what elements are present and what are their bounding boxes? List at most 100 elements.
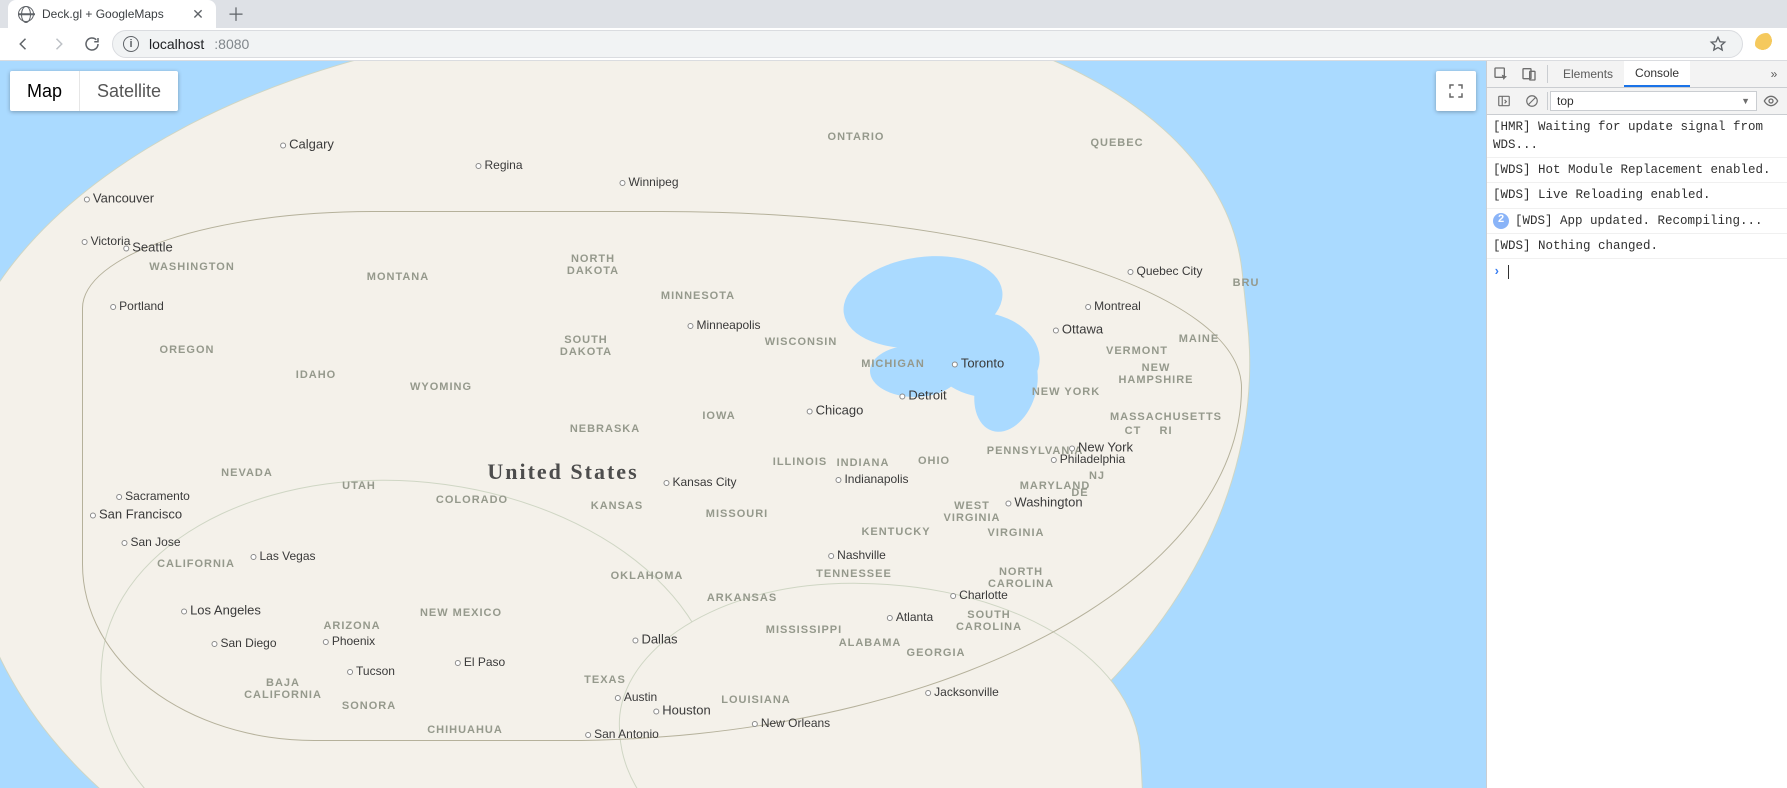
browser-toolbar: i localhost :8080 — [0, 28, 1787, 61]
city-label: Washington — [1005, 495, 1082, 510]
bookmark-star-icon[interactable] — [1704, 35, 1732, 53]
console-log-row: [WDS] Live Reloading enabled. — [1487, 183, 1787, 208]
region-label: MARYLAND — [1020, 480, 1091, 492]
region-label: NORTH DAKOTA — [567, 253, 619, 277]
console-context-value: top — [1557, 94, 1574, 108]
region-label: INDIANA — [837, 457, 890, 469]
map-type-map[interactable]: Map — [10, 71, 79, 111]
inspect-element-icon[interactable] — [1487, 61, 1515, 87]
city-label: New Orleans — [752, 716, 830, 730]
log-count-badge: 2 — [1493, 213, 1509, 229]
device-toolbar-icon[interactable] — [1515, 61, 1543, 87]
live-expression-icon[interactable] — [1759, 93, 1783, 109]
prompt-chevron-icon: › — [1493, 263, 1501, 281]
region-label: TEXAS — [584, 674, 626, 686]
region-label: VERMONT — [1106, 345, 1168, 357]
console-sidebar-toggle-icon[interactable] — [1491, 90, 1517, 112]
region-label: WEST VIRGINIA — [944, 500, 1001, 524]
city-marker-icon — [82, 239, 88, 245]
region-label: ALABAMA — [839, 637, 902, 649]
city-label: Jacksonville — [925, 685, 999, 699]
reload-button[interactable] — [78, 30, 106, 58]
map-type-satellite[interactable]: Satellite — [79, 71, 178, 111]
city-marker-icon — [84, 196, 90, 202]
city-label: Dallas — [632, 632, 677, 647]
fullscreen-button[interactable] — [1436, 71, 1476, 111]
region-label: SOUTH CAROLINA — [956, 609, 1022, 633]
city-marker-icon — [116, 494, 122, 500]
city-marker-icon — [123, 245, 129, 251]
region-label: SONORA — [342, 700, 396, 712]
city-marker-icon — [110, 304, 116, 310]
region-label: WASHINGTON — [149, 261, 235, 273]
city-label: San Jose — [121, 535, 180, 549]
city-marker-icon — [619, 180, 625, 186]
city-label: Las Vegas — [250, 549, 315, 563]
city-marker-icon — [1053, 327, 1059, 333]
city-label: Toronto — [952, 356, 1004, 371]
city-label: Sacramento — [116, 489, 190, 503]
city-marker-icon — [632, 637, 638, 643]
region-label: WISCONSIN — [765, 336, 838, 348]
new-tab-button[interactable]: ＋ — [222, 0, 250, 28]
map-pane[interactable]: ONTARIO QUEBEC WASHINGTON MONTANA NORTH DAKO… — [0, 61, 1486, 788]
city-marker-icon — [925, 690, 931, 696]
log-message: [WDS] Live Reloading enabled. — [1493, 186, 1783, 204]
devtools-more-tabs-icon[interactable]: » — [1761, 61, 1787, 87]
prompt-cursor — [1508, 265, 1509, 279]
tab-title: Deck.gl + GoogleMaps — [42, 7, 190, 21]
url-port: :8080 — [214, 36, 249, 52]
region-label: MICHIGAN — [861, 358, 925, 370]
region-label: KANSAS — [591, 500, 643, 512]
city-marker-icon — [1051, 457, 1057, 463]
city-label: San Diego — [211, 636, 276, 650]
console-prompt[interactable]: › — [1487, 259, 1787, 285]
devtools-tabbar: Elements Console » — [1487, 61, 1787, 88]
city-marker-icon — [585, 732, 591, 738]
extension-icon[interactable] — [1755, 33, 1777, 55]
region-label: MINNESOTA — [661, 290, 735, 302]
state-label-layer: ONTARIO QUEBEC WASHINGTON MONTANA NORTH DAKO… — [0, 61, 1486, 788]
console-context-select[interactable]: top ▼ — [1550, 91, 1757, 111]
browser-tab[interactable]: Deck.gl + GoogleMaps ✕ — [8, 0, 216, 28]
city-label: Charlotte — [950, 588, 1008, 602]
region-label: VIRGINIA — [988, 527, 1045, 539]
site-info-icon[interactable]: i — [123, 36, 139, 52]
region-label: TENNESSEE — [816, 568, 892, 580]
city-label: Austin — [615, 690, 657, 704]
city-marker-icon — [950, 593, 956, 599]
city-marker-icon — [835, 477, 841, 483]
region-label: IOWA — [702, 410, 735, 422]
region-label: BRU — [1233, 277, 1260, 289]
devtools-pane: Elements Console » top ▼ — [1486, 61, 1787, 788]
region-label: PENNSYLVANIA — [987, 445, 1084, 457]
region-label: CALIFORNIA — [157, 558, 235, 570]
city-marker-icon — [687, 323, 693, 329]
log-message: [WDS] Hot Module Replacement enabled. — [1493, 161, 1783, 179]
region-label: IDAHO — [296, 369, 336, 381]
devtools-tab-elements[interactable]: Elements — [1552, 61, 1624, 87]
console-log-row: 2[WDS] App updated. Recompiling... — [1487, 209, 1787, 234]
console-log[interactable]: [HMR] Waiting for update signal from WDS… — [1487, 115, 1787, 788]
region-label: NEW HAMPSHIRE — [1118, 362, 1193, 386]
city-label: Atlanta — [887, 610, 933, 624]
city-marker-icon — [752, 721, 758, 727]
region-label: ONTARIO — [828, 131, 885, 143]
devtools-tab-console[interactable]: Console — [1624, 61, 1690, 87]
back-button[interactable] — [10, 30, 38, 58]
close-icon[interactable]: ✕ — [190, 6, 206, 22]
forward-button[interactable] — [44, 30, 72, 58]
clear-console-icon[interactable] — [1519, 90, 1545, 112]
content-area: ONTARIO QUEBEC WASHINGTON MONTANA NORTH DAKO… — [0, 61, 1787, 788]
city-marker-icon — [663, 480, 669, 486]
city-marker-icon — [181, 608, 187, 614]
city-label-layer: CalgaryReginaWinnipegVancouverVictoriaSe… — [0, 61, 1486, 788]
region-label: COLORADO — [436, 494, 508, 506]
city-label: Ottawa — [1053, 322, 1103, 337]
city-label: Victoria — [82, 234, 131, 248]
region-label: WYOMING — [410, 381, 472, 393]
address-bar[interactable]: i localhost :8080 — [112, 30, 1743, 58]
region-label: QUEBEC — [1090, 137, 1143, 149]
url-host: localhost — [149, 36, 204, 52]
region-label: MONTANA — [367, 271, 429, 283]
